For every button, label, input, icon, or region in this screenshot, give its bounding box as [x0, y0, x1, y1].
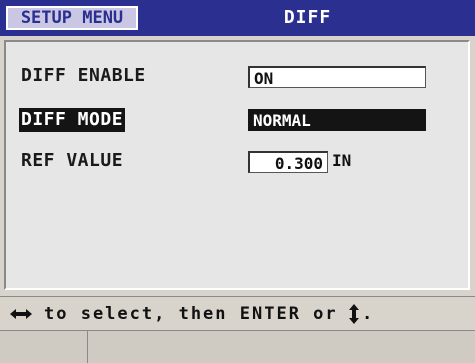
- title-bar: SETUP MENU DIFF: [0, 0, 475, 36]
- left-right-arrow-icon: [10, 309, 32, 319]
- hint-bar: to select, then ENTER or .: [0, 296, 475, 331]
- page-title: DIFF: [283, 7, 332, 28]
- setup-menu-tab[interactable]: SETUP MENU: [6, 6, 138, 30]
- status-bar: [0, 330, 475, 363]
- hint-text: to select, then ENTER or: [44, 304, 338, 324]
- settings-panel: DIFF ENABLE ON DIFF MODE NORMAL REF VALU…: [4, 40, 470, 290]
- diff-enable-field[interactable]: ON: [248, 66, 426, 88]
- ref-value-field[interactable]: 0.300: [248, 151, 328, 173]
- status-cell-left: [0, 331, 88, 363]
- ref-value-label: REF VALUE: [21, 150, 124, 171]
- diff-mode-label: DIFF MODE: [19, 108, 126, 132]
- status-cell-right: [89, 331, 475, 363]
- up-down-arrow-icon: [349, 304, 359, 324]
- ref-value-unit: IN: [332, 151, 352, 170]
- diff-mode-field[interactable]: NORMAL: [248, 109, 426, 131]
- device-screen: SETUP MENU DIFF DIFF ENABLE ON DIFF MODE…: [0, 0, 475, 363]
- diff-enable-label: DIFF ENABLE: [21, 65, 146, 86]
- hint-end: .: [362, 304, 375, 324]
